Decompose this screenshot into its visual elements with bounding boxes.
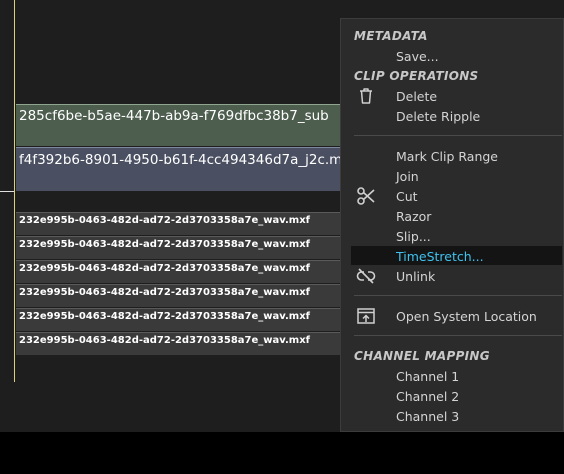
subtitle-clip-label: 285cf6be-b5ae-447b-ab9a-f769dfbc38b7_sub bbox=[19, 108, 329, 124]
menu-separator bbox=[354, 335, 562, 336]
menu-item-channel-1[interactable]: Channel 1 bbox=[396, 369, 459, 384]
menu-item-cut[interactable]: Cut bbox=[396, 189, 418, 204]
bottom-panel bbox=[0, 432, 564, 474]
menu-item-razor[interactable]: Razor bbox=[396, 209, 431, 224]
clip-operations-header: CLIP OPERATIONS bbox=[354, 69, 479, 83]
video-clip-label: f4f392b6-8901-4950-b61f-4cc494346d7a_j2c… bbox=[19, 152, 346, 168]
menu-separator bbox=[354, 135, 562, 136]
menu-item-delete[interactable]: Delete bbox=[396, 89, 437, 104]
audio-clip[interactable]: 232e995b-0463-482d-ad72-2d3703358a7e_wav… bbox=[16, 308, 346, 331]
menu-item-mark-clip-range[interactable]: Mark Clip Range bbox=[396, 149, 498, 164]
scissors-icon bbox=[357, 187, 375, 205]
trash-icon bbox=[360, 88, 372, 104]
audio-clip[interactable]: 232e995b-0463-482d-ad72-2d3703358a7e_wav… bbox=[16, 236, 346, 259]
menu-item-join[interactable]: Join bbox=[396, 169, 419, 184]
audio-clip-label: 232e995b-0463-482d-ad72-2d3703358a7e_wav… bbox=[19, 287, 310, 298]
audio-clip-label: 232e995b-0463-482d-ad72-2d3703358a7e_wav… bbox=[19, 311, 310, 322]
audio-clip-label: 232e995b-0463-482d-ad72-2d3703358a7e_wav… bbox=[19, 335, 310, 346]
menu-item-slip[interactable]: Slip... bbox=[396, 229, 431, 244]
menu-item-delete-ripple[interactable]: Delete Ripple bbox=[396, 109, 480, 124]
context-menu: METADATA Save... CLIP OPERATIONS Delete … bbox=[340, 18, 564, 432]
open-location-icon bbox=[357, 308, 375, 324]
menu-item-timestretch[interactable]: TimeStretch... bbox=[396, 249, 484, 264]
metadata-header: METADATA bbox=[354, 29, 428, 43]
menu-separator bbox=[354, 295, 562, 296]
video-clip[interactable]: f4f392b6-8901-4950-b61f-4cc494346d7a_j2c… bbox=[16, 147, 346, 191]
audio-clip[interactable]: 232e995b-0463-482d-ad72-2d3703358a7e_wav… bbox=[16, 332, 346, 355]
subtitle-clip[interactable]: 285cf6be-b5ae-447b-ab9a-f769dfbc38b7_sub bbox=[16, 104, 346, 146]
unlink-icon bbox=[356, 268, 376, 284]
menu-item-unlink[interactable]: Unlink bbox=[396, 269, 435, 284]
audio-clip-label: 232e995b-0463-482d-ad72-2d3703358a7e_wav… bbox=[19, 263, 310, 274]
menu-item-channel-3[interactable]: Channel 3 bbox=[396, 409, 459, 424]
menu-item-open-system-location[interactable]: Open System Location bbox=[396, 309, 537, 324]
channel-mapping-header: CHANNEL MAPPING bbox=[354, 349, 490, 363]
audio-clip[interactable]: 232e995b-0463-482d-ad72-2d3703358a7e_wav… bbox=[16, 284, 346, 307]
audio-clip-label: 232e995b-0463-482d-ad72-2d3703358a7e_wav… bbox=[19, 239, 310, 250]
menu-item-save[interactable]: Save... bbox=[396, 49, 439, 64]
audio-clip[interactable]: 232e995b-0463-482d-ad72-2d3703358a7e_wav… bbox=[16, 260, 346, 283]
audio-clip[interactable]: 232e995b-0463-482d-ad72-2d3703358a7e_wav… bbox=[16, 212, 346, 235]
audio-clip-label: 232e995b-0463-482d-ad72-2d3703358a7e_wav… bbox=[19, 215, 310, 226]
track-divider bbox=[0, 191, 14, 192]
playhead[interactable] bbox=[14, 0, 15, 382]
menu-item-channel-2[interactable]: Channel 2 bbox=[396, 389, 459, 404]
